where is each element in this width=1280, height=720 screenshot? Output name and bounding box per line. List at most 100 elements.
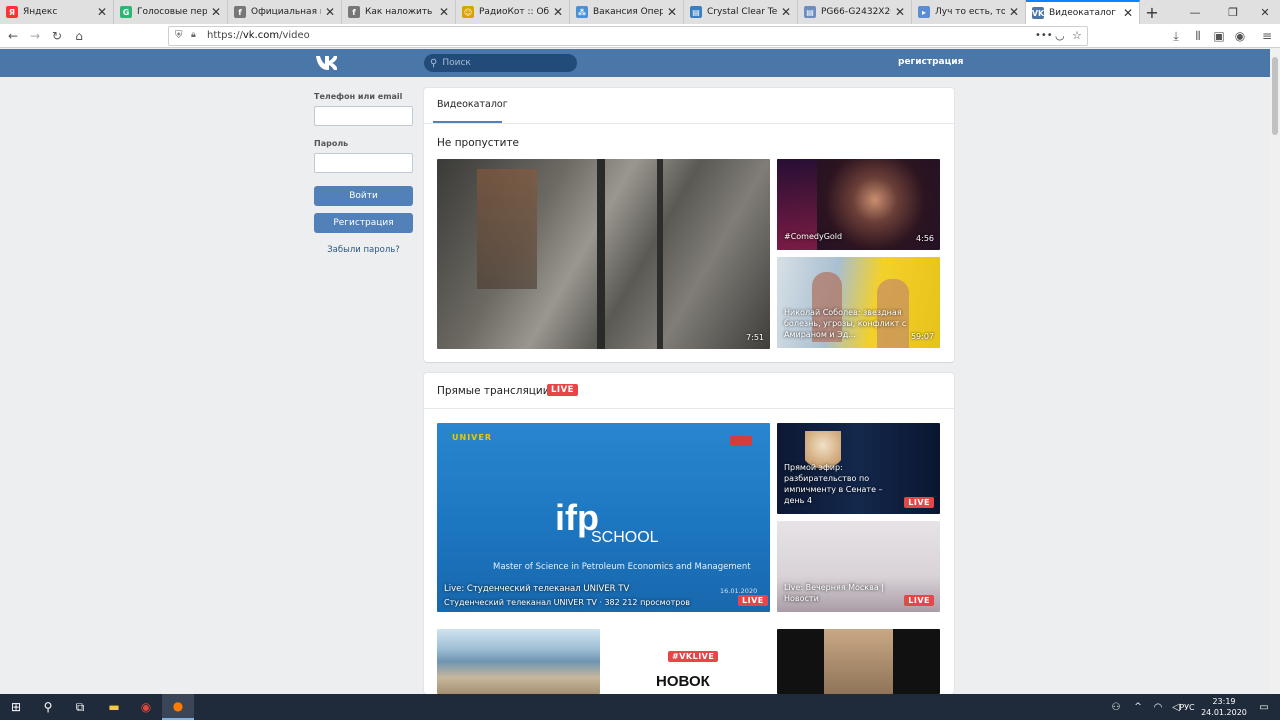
minimize-button[interactable]: — <box>1178 0 1212 24</box>
close-tab-icon[interactable]: ✕ <box>667 5 677 19</box>
live-badge: LIVE <box>547 384 578 396</box>
channel-badge-icon <box>730 436 752 446</box>
browser-tab[interactable]: ☺ РадиоКот :: Обозна ✕ <box>456 0 570 24</box>
menu-icon[interactable]: ≡ <box>1258 27 1276 45</box>
video-title: Live: Вечерняя Москва | Новости <box>784 583 884 603</box>
register-link[interactable]: регистрация <box>898 57 963 67</box>
back-icon[interactable]: ← <box>4 27 22 45</box>
browser-tab[interactable]: ▤ Crystal Clear Techno ✕ <box>684 0 798 24</box>
browser-tab[interactable]: f Официальная подб ✕ <box>228 0 342 24</box>
close-tab-icon[interactable]: ✕ <box>439 5 449 19</box>
reload-icon[interactable]: ↻ <box>48 27 66 45</box>
clock-time: 23:19 <box>1212 697 1236 706</box>
video-thumbnail[interactable]: #VKLIVE НОВОК <box>607 629 770 694</box>
register-button[interactable]: Регистрация <box>314 213 413 233</box>
forgot-password-link[interactable]: Забыли пароль? <box>314 245 413 255</box>
close-tab-icon[interactable]: ✕ <box>553 5 563 19</box>
dots-icon: ⁂ <box>576 6 588 18</box>
phone-input[interactable] <box>314 106 413 126</box>
video-frame-bar <box>597 159 605 349</box>
live-video-thumbnail[interactable]: Прямой эфир: разбирательство по импичмен… <box>777 423 940 514</box>
language-indicator[interactable]: РУС <box>1172 694 1202 720</box>
doc-icon: ▤ <box>690 6 702 18</box>
bookmark-star-icon[interactable]: ☆ <box>1072 29 1082 42</box>
search-icon[interactable]: ⚲ <box>32 694 64 720</box>
browser-tab[interactable]: f Как наложить одно ✕ <box>342 0 456 24</box>
browser-tab[interactable]: ⁂ Вакансия Оператор ✕ <box>570 0 684 24</box>
new-tab-button[interactable]: + <box>1140 0 1164 24</box>
video-title: Live: Студенческий телеканал UNIVER TV <box>444 584 630 594</box>
video-title: Прямой эфир: разбирательство по импичмен… <box>784 463 883 505</box>
school-text: SCHOOL <box>591 529 659 546</box>
clock-date: 24.01.2020 <box>1201 708 1247 717</box>
close-tab-icon[interactable]: ✕ <box>1123 6 1133 20</box>
url-text: https://vk.com/video <box>207 30 310 41</box>
shield-icon[interactable]: ⛨ <box>175 30 183 41</box>
home-icon[interactable]: ⌂ <box>70 27 88 45</box>
vklive-tag: #VKLIVE <box>668 651 719 662</box>
downloads-icon[interactable]: ⤓ <box>1167 27 1185 45</box>
taskbar: ⊞ ⚲ ⧉ ▬ ◉ ● ⚇ ^ ◠ ◁ РУС 23:19 24.01.2020 … <box>0 694 1280 720</box>
browser-tab[interactable]: G Голосовые перевод ✕ <box>114 0 228 24</box>
firefox-icon[interactable]: ● <box>162 694 194 720</box>
windows-start-icon[interactable]: ⊞ <box>0 694 32 720</box>
login-form: Телефон или email Пароль Войти Регистрац… <box>314 92 414 255</box>
vk-logo-icon[interactable] <box>315 54 338 74</box>
univer-logo: UNIVER <box>452 433 492 442</box>
password-input[interactable] <box>314 153 413 173</box>
forward-icon[interactable]: → <box>26 27 44 45</box>
tab-video-catalog[interactable]: Видеокаталог <box>437 99 508 110</box>
scrollbar[interactable] <box>1270 49 1280 694</box>
page-actions-icon[interactable]: ••• <box>1035 30 1053 41</box>
task-view-icon[interactable]: ⧉ <box>64 694 96 720</box>
scrollbar-thumb[interactable] <box>1272 57 1278 135</box>
lock-icon[interactable]: 🔒︎ <box>191 30 196 40</box>
catalog-tabs: Видеокаталог <box>424 88 954 124</box>
close-tab-icon[interactable]: ✕ <box>97 5 107 19</box>
clock[interactable]: 23:19 24.01.2020 <box>1200 696 1248 718</box>
video-duration: 7:51 <box>746 333 764 342</box>
cat-icon: ☺ <box>462 6 474 18</box>
browser-tab[interactable]: ▸ Луч то есть, то нет: ✕ <box>912 0 1026 24</box>
close-tab-icon[interactable]: ✕ <box>1009 5 1019 19</box>
url-path: /video <box>279 30 310 41</box>
pocket-icon[interactable]: ◡ <box>1055 29 1065 42</box>
novok-logo: НОВОК <box>656 673 710 690</box>
featured-video[interactable]: 7:51 <box>437 159 770 349</box>
tab-title: PG66-G2432X20.pdf <box>821 7 891 17</box>
sidebar-icon[interactable]: ▣ <box>1210 27 1228 45</box>
notifications-icon[interactable]: ▭ <box>1248 694 1280 720</box>
search-placeholder: Поиск <box>442 58 471 68</box>
video-catalog-card: Видеокаталог Не пропустите 7:51 #ComedyG… <box>424 88 954 362</box>
video-title: Николай Соболев: звездная болезнь, угроз… <box>784 308 907 339</box>
video-thumbnail[interactable] <box>437 629 600 694</box>
video-thumbnail[interactable]: #ComedyGold 4:56 <box>777 159 940 250</box>
live-main-video[interactable]: UNIVER ifp SCHOOL Master of Science in P… <box>437 423 770 612</box>
tab-title: Официальная подб <box>251 7 321 17</box>
file-explorer-icon[interactable]: ▬ <box>98 694 130 720</box>
close-window-button[interactable]: ✕ <box>1248 0 1280 24</box>
browser-tab[interactable]: VK Видеокаталог | ВКон ✕ <box>1026 0 1140 24</box>
video-subtitle: Студенческий телеканал UNIVER TV · 382 2… <box>444 598 690 607</box>
search-input[interactable]: ⚲ Поиск <box>424 54 577 72</box>
video-title: #ComedyGold <box>784 232 843 241</box>
close-tab-icon[interactable]: ✕ <box>211 5 221 19</box>
restore-button[interactable]: ❐ <box>1216 0 1250 24</box>
library-icon[interactable]: ⫴ <box>1189 27 1207 45</box>
account-icon[interactable]: ◉ <box>1231 27 1249 45</box>
close-tab-icon[interactable]: ✕ <box>895 5 905 19</box>
url-bar[interactable]: ⛨ 🔒︎ https://vk.com/video ••• ◡ ☆ <box>168 26 1088 46</box>
close-tab-icon[interactable]: ✕ <box>325 5 335 19</box>
video-thumbnail[interactable]: Николай Соболев: звездная болезнь, угроз… <box>777 257 940 348</box>
login-button[interactable]: Войти <box>314 186 413 206</box>
close-tab-icon[interactable]: ✕ <box>781 5 791 19</box>
tab-title: Вакансия Оператор <box>593 7 663 17</box>
live-streams-card: Прямые трансляции LIVE UNIVER ifp SCHOOL… <box>424 373 954 694</box>
browser-tab[interactable]: ▤ PG66-G2432X20.pdf ✕ <box>798 0 912 24</box>
browser-tab[interactable]: Я Яндекс ✕ <box>0 0 114 24</box>
video-thumbnail[interactable] <box>777 629 940 694</box>
tab-title: РадиоКот :: Обозна <box>479 7 549 17</box>
live-video-thumbnail[interactable]: Live: Вечерняя Москва | Новости LIVE <box>777 521 940 612</box>
chrome-icon[interactable]: ◉ <box>130 694 162 720</box>
video-frame-bar <box>657 159 663 349</box>
